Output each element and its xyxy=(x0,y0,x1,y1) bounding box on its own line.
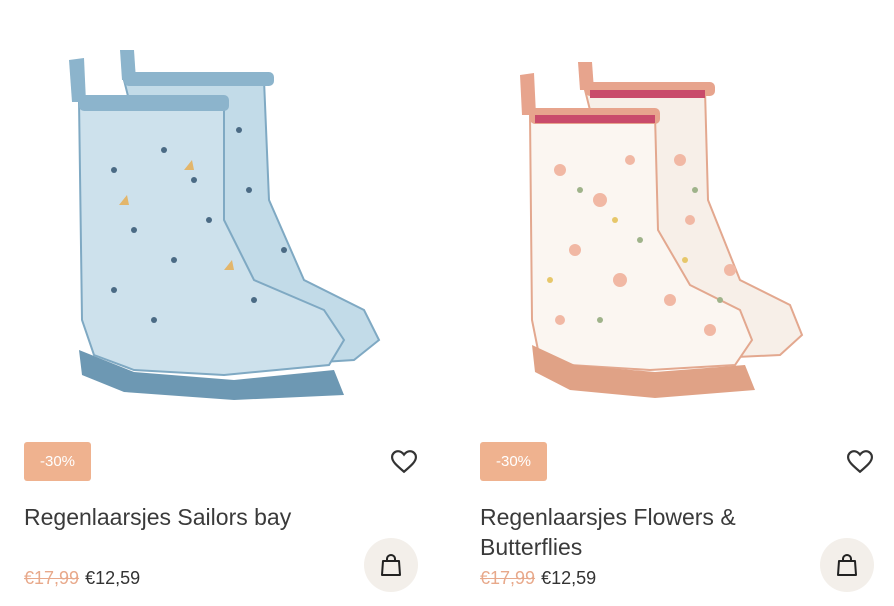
discount-badge: -30% xyxy=(24,442,91,481)
old-price: €17,99 xyxy=(480,568,536,588)
wishlist-button[interactable] xyxy=(390,448,418,476)
shopping-bag-icon xyxy=(837,553,857,576)
new-price: €12,59 xyxy=(541,568,597,588)
product-card[interactable]: -30% Regenlaarsjes Sailors bay €17,99 €12… xyxy=(24,0,444,606)
product-title[interactable]: Regenlaarsjes Flowers & Butterflies xyxy=(480,502,780,562)
discount-badge: -30% xyxy=(480,442,547,481)
rain-boots-sailors-image xyxy=(69,50,381,400)
product-title[interactable]: Regenlaarsjes Sailors bay xyxy=(24,502,324,532)
price-row: €17,99 €12,59 xyxy=(24,568,140,589)
heart-icon xyxy=(847,450,873,474)
product-image[interactable] xyxy=(24,20,424,420)
old-price: €17,99 xyxy=(24,568,80,588)
product-card[interactable]: -30% Regenlaarsjes Flowers & Butterflies… xyxy=(480,0,894,606)
price-row: €17,99 €12,59 xyxy=(480,568,596,589)
heart-icon xyxy=(391,450,417,474)
rain-boots-flowers-image xyxy=(520,62,804,398)
product-image[interactable] xyxy=(480,20,880,420)
add-to-cart-button[interactable] xyxy=(364,538,418,592)
new-price: €12,59 xyxy=(85,568,141,588)
shopping-bag-icon xyxy=(381,553,401,576)
add-to-cart-button[interactable] xyxy=(820,538,874,592)
wishlist-button[interactable] xyxy=(846,448,874,476)
